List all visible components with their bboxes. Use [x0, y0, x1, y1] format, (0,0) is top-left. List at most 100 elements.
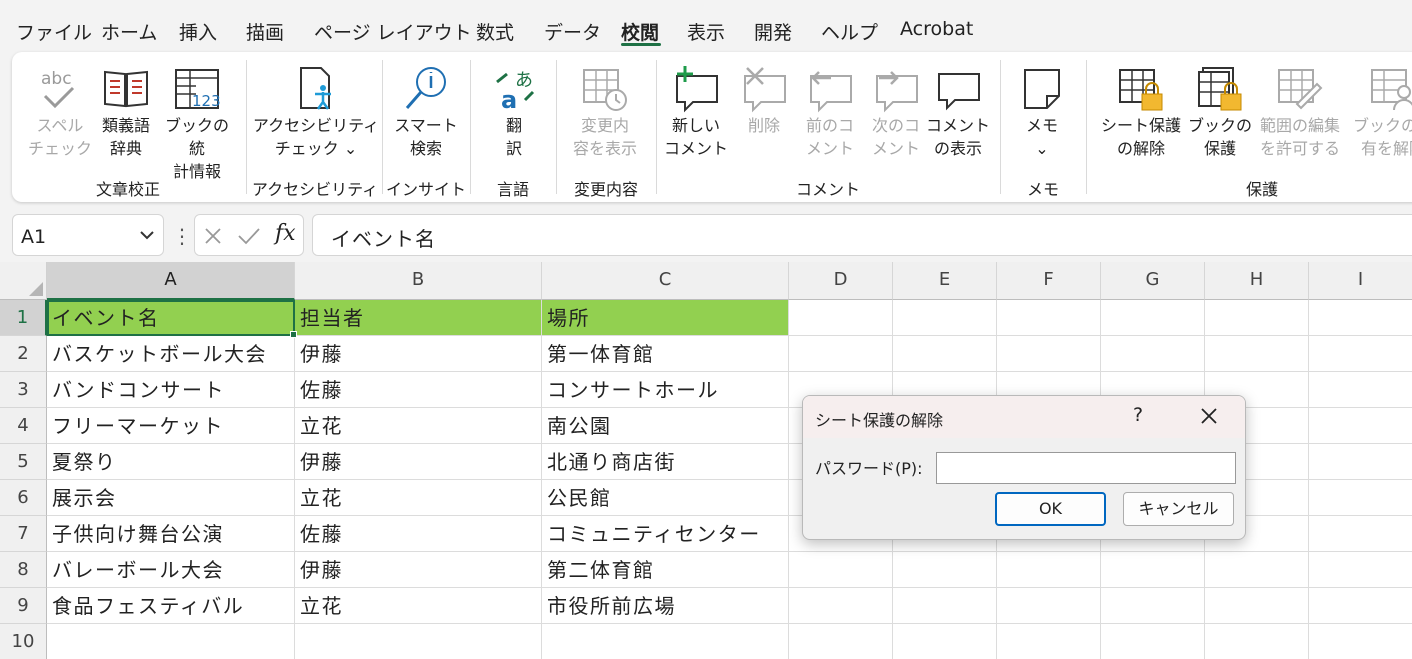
previous-comment-button[interactable]: 前のコ メント — [798, 60, 862, 170]
grid-cell[interactable]: 立花 — [295, 588, 542, 624]
translate-button[interactable]: a あ 翻 訳 — [478, 60, 550, 170]
ok-button[interactable]: OK — [995, 492, 1106, 526]
row-header[interactable]: 9 — [0, 588, 47, 624]
show-changes-button[interactable]: 変更内 容を表示 — [564, 60, 646, 170]
name-box[interactable]: A1 — [12, 214, 164, 256]
row-header[interactable]: 3 — [0, 372, 47, 408]
fill-handle[interactable] — [290, 331, 297, 338]
next-comment-button[interactable]: 次のコ メント — [864, 60, 928, 170]
grid-cell[interactable]: 南公園 — [542, 408, 789, 444]
password-input[interactable] — [936, 452, 1236, 484]
tab-review[interactable]: 校閲 — [621, 18, 659, 45]
column-header-h[interactable]: H — [1205, 262, 1309, 300]
grid-cell[interactable] — [997, 552, 1101, 588]
grid-cell[interactable]: 佐藤 — [295, 516, 542, 552]
grid-cell[interactable] — [1309, 552, 1412, 588]
grid-cell[interactable]: 佐藤 — [295, 372, 542, 408]
grid-cell[interactable] — [789, 624, 893, 659]
grid-cell[interactable] — [1309, 336, 1412, 372]
grid-cell[interactable] — [1101, 300, 1205, 336]
row-header[interactable]: 5 — [0, 444, 47, 480]
tab-developer[interactable]: 開発 — [754, 18, 792, 45]
grid-cell[interactable] — [1309, 300, 1412, 336]
grid-cell[interactable]: 担当者 — [295, 300, 542, 336]
grid-cell[interactable]: 立花 — [295, 408, 542, 444]
smart-lookup-button[interactable]: スマート 検索 — [390, 60, 462, 170]
more-options-icon[interactable]: ⋮ — [172, 224, 192, 248]
enter-icon[interactable] — [237, 226, 261, 246]
grid-cell[interactable] — [1309, 444, 1412, 480]
row-header[interactable]: 4 — [0, 408, 47, 444]
grid-cell[interactable] — [997, 300, 1101, 336]
grid-cell[interactable] — [1205, 336, 1309, 372]
grid-cell[interactable] — [1309, 624, 1412, 659]
delete-comment-button[interactable]: 削除 — [732, 60, 796, 170]
grid-cell[interactable]: 食品フェスティバル — [47, 588, 295, 624]
grid-cell[interactable]: 夏祭り — [47, 444, 295, 480]
grid-cell[interactable] — [1101, 552, 1205, 588]
row-header[interactable]: 2 — [0, 336, 47, 372]
column-header-e[interactable]: E — [893, 262, 997, 300]
accessibility-check-button[interactable]: アクセシビリティ チェック ⌄ — [252, 60, 380, 170]
grid-cell[interactable] — [997, 624, 1101, 659]
column-header-g[interactable]: G — [1101, 262, 1205, 300]
cancel-button[interactable]: キャンセル — [1123, 492, 1234, 526]
row-header[interactable]: 6 — [0, 480, 47, 516]
grid-cell[interactable]: 公民館 — [542, 480, 789, 516]
protect-workbook-button[interactable]: ブックの 保護 — [1188, 60, 1252, 170]
column-header-i[interactable]: I — [1309, 262, 1412, 300]
tab-help[interactable]: ヘルプ — [821, 18, 878, 45]
column-header-c[interactable]: C — [542, 262, 789, 300]
grid-cell[interactable]: バレーボール大会 — [47, 552, 295, 588]
allow-edit-ranges-button[interactable]: 範囲の編集 を許可する — [1252, 60, 1348, 170]
grid-cell[interactable] — [295, 624, 542, 659]
tab-page-layout[interactable]: ページ レイアウト — [314, 18, 472, 45]
notes-button[interactable]: メモ ⌄ — [1010, 60, 1074, 170]
grid-cell[interactable]: 場所 — [542, 300, 789, 336]
column-header-d[interactable]: D — [789, 262, 893, 300]
grid-cell[interactable]: バンドコンサート — [47, 372, 295, 408]
grid-cell[interactable]: 伊藤 — [295, 444, 542, 480]
grid-cell[interactable] — [1205, 588, 1309, 624]
grid-cell[interactable] — [789, 300, 893, 336]
tab-view[interactable]: 表示 — [687, 18, 725, 45]
grid-cell[interactable]: 第二体育館 — [542, 552, 789, 588]
grid-cell[interactable] — [1205, 300, 1309, 336]
grid-cell[interactable] — [542, 624, 789, 659]
select-all-button[interactable] — [0, 262, 47, 300]
unshare-workbook-button[interactable]: ブックの共 有を解除 — [1348, 60, 1412, 170]
grid-cell[interactable]: 伊藤 — [295, 552, 542, 588]
tab-data[interactable]: データ — [544, 18, 601, 45]
grid-cell[interactable] — [1101, 336, 1205, 372]
tab-acrobat[interactable]: Acrobat — [900, 18, 973, 40]
tab-insert[interactable]: 挿入 — [179, 18, 217, 45]
grid-cell[interactable] — [1205, 624, 1309, 659]
grid-cell[interactable]: 伊藤 — [295, 336, 542, 372]
grid-cell[interactable]: 展示会 — [47, 480, 295, 516]
cancel-icon[interactable] — [203, 226, 223, 246]
grid-cell[interactable] — [1101, 588, 1205, 624]
column-header-b[interactable]: B — [295, 262, 542, 300]
grid-cell[interactable] — [997, 588, 1101, 624]
tab-file[interactable]: ファイル — [16, 18, 92, 45]
grid-cell[interactable]: 市役所前広場 — [542, 588, 789, 624]
spell-check-button[interactable]: abc スペル チェック — [28, 60, 92, 170]
grid-cell[interactable] — [893, 300, 997, 336]
grid-cell[interactable]: 北通り商店街 — [542, 444, 789, 480]
tab-draw[interactable]: 描画 — [246, 18, 284, 45]
grid-cell[interactable] — [789, 336, 893, 372]
column-header-a[interactable]: A — [47, 262, 295, 300]
grid-cell[interactable]: コンサートホール — [542, 372, 789, 408]
grid-cell[interactable] — [1309, 516, 1412, 552]
grid-cell[interactable] — [47, 624, 295, 659]
row-header[interactable]: 1 — [0, 300, 47, 336]
grid-cell[interactable] — [789, 588, 893, 624]
grid-cell[interactable]: コミュニティセンター — [542, 516, 789, 552]
tab-formulas[interactable]: 数式 — [476, 18, 514, 45]
insert-function-icon[interactable]: fx — [275, 221, 296, 246]
grid-cell[interactable] — [997, 336, 1101, 372]
row-header[interactable]: 10 — [0, 624, 47, 659]
thesaurus-button[interactable]: 類義語 辞典 — [94, 60, 158, 170]
formula-input[interactable]: イベント名 — [312, 214, 1412, 256]
new-comment-button[interactable]: 新しい コメント — [664, 60, 728, 170]
